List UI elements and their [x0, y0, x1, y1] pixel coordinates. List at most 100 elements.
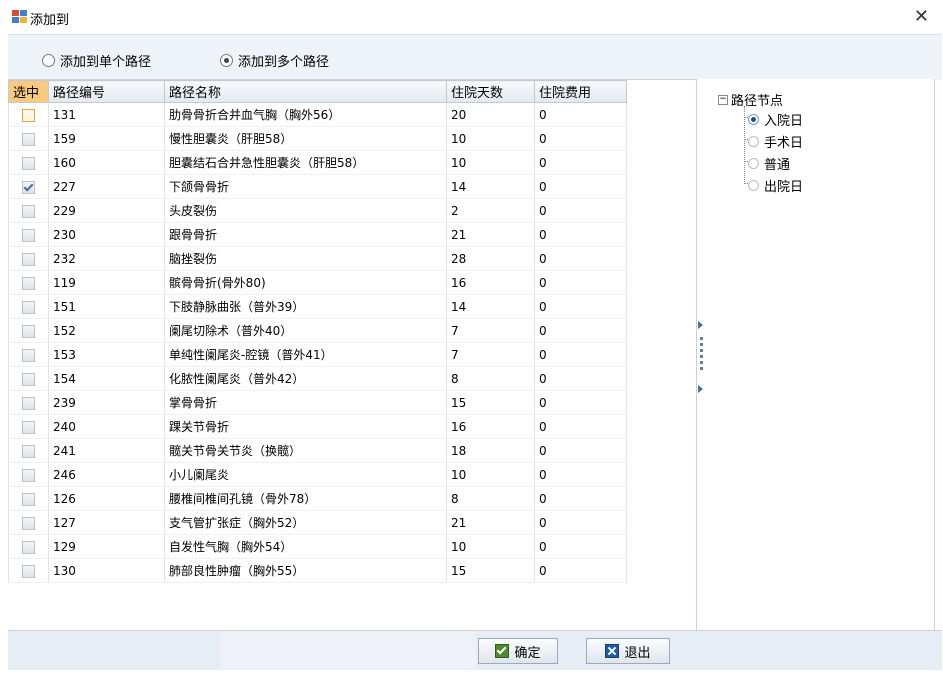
row-checkbox[interactable]: [22, 156, 35, 170]
row-fee[interactable]: 0: [534, 366, 627, 391]
row-checkbox[interactable]: [22, 564, 35, 578]
row-select-cell[interactable]: [8, 366, 49, 391]
row-checkbox[interactable]: [22, 180, 35, 194]
row-code[interactable]: 126: [48, 486, 165, 511]
row-days[interactable]: 14: [446, 174, 535, 199]
row-fee[interactable]: 0: [534, 126, 627, 151]
row-select-cell[interactable]: [8, 150, 49, 175]
row-name[interactable]: 下颌骨骨折: [164, 174, 447, 199]
row-days[interactable]: 21: [446, 222, 535, 247]
row-select-cell[interactable]: [8, 558, 49, 583]
row-code[interactable]: 227: [48, 174, 165, 199]
row-name[interactable]: 腰椎间椎间孔镜（骨外78）: [164, 486, 447, 511]
row-checkbox[interactable]: [22, 516, 35, 530]
table-row[interactable]: 152 阑尾切除术（普外40） 7 0: [8, 318, 627, 343]
row-days[interactable]: 21: [446, 510, 535, 535]
row-fee[interactable]: 0: [534, 246, 627, 271]
row-fee[interactable]: 0: [534, 294, 627, 319]
row-select-cell[interactable]: [8, 270, 49, 295]
tree-node-radio-icon[interactable]: [748, 136, 759, 147]
row-fee[interactable]: 0: [534, 102, 627, 127]
table-row[interactable]: 131 肋骨骨折合并血气胸（胸外56） 20 0: [8, 102, 627, 127]
row-name[interactable]: 慢性胆囊炎（肝胆58）: [164, 126, 447, 151]
row-name[interactable]: 掌骨骨折: [164, 390, 447, 415]
row-fee[interactable]: 0: [534, 390, 627, 415]
row-fee[interactable]: 0: [534, 174, 627, 199]
row-select-cell[interactable]: [8, 294, 49, 319]
row-days[interactable]: 20: [446, 102, 535, 127]
row-name[interactable]: 跟骨骨折: [164, 222, 447, 247]
row-code[interactable]: 154: [48, 366, 165, 391]
row-checkbox[interactable]: [22, 540, 35, 554]
row-days[interactable]: 16: [446, 414, 535, 439]
table-row[interactable]: 241 髋关节骨关节炎（换髋） 18 0: [8, 438, 627, 463]
row-checkbox[interactable]: [22, 324, 35, 338]
row-select-cell[interactable]: [8, 198, 49, 223]
row-name[interactable]: 阑尾切除术（普外40）: [164, 318, 447, 343]
row-days[interactable]: 28: [446, 246, 535, 271]
table-row[interactable]: 160 胆囊结石合并急性胆囊炎（肝胆58） 10 0: [8, 150, 627, 175]
row-code[interactable]: 160: [48, 150, 165, 175]
row-days[interactable]: 16: [446, 270, 535, 295]
row-name[interactable]: 支气管扩张症（胸外52）: [164, 510, 447, 535]
row-days[interactable]: 10: [446, 126, 535, 151]
row-fee[interactable]: 0: [534, 318, 627, 343]
row-days[interactable]: 10: [446, 150, 535, 175]
row-days[interactable]: 8: [446, 486, 535, 511]
tree-node-radio-icon[interactable]: [748, 180, 759, 191]
row-days[interactable]: 8: [446, 366, 535, 391]
row-select-cell[interactable]: [8, 534, 49, 559]
table-row[interactable]: 159 慢性胆囊炎（肝胆58） 10 0: [8, 126, 627, 151]
row-checkbox[interactable]: [22, 108, 35, 122]
row-fee[interactable]: 0: [534, 342, 627, 367]
splitter-arrow-icon[interactable]: [698, 321, 703, 329]
row-select-cell[interactable]: [8, 222, 49, 247]
table-row[interactable]: 240 踝关节骨折 16 0: [8, 414, 627, 439]
row-fee[interactable]: 0: [534, 270, 627, 295]
row-checkbox[interactable]: [22, 204, 35, 218]
row-checkbox[interactable]: [22, 348, 35, 362]
row-name[interactable]: 踝关节骨折: [164, 414, 447, 439]
row-code[interactable]: 127: [48, 510, 165, 535]
row-fee[interactable]: 0: [534, 198, 627, 223]
row-name[interactable]: 肺部良性肿瘤（胸外55）: [164, 558, 447, 583]
tree-root[interactable]: − 路径节点: [718, 90, 783, 109]
row-select-cell[interactable]: [8, 126, 49, 151]
table-row[interactable]: 129 自发性气胸（胸外54） 10 0: [8, 534, 627, 559]
tree-node-radio-icon[interactable]: [748, 114, 759, 125]
row-checkbox[interactable]: [22, 228, 35, 242]
row-name[interactable]: 脑挫裂伤: [164, 246, 447, 271]
row-days[interactable]: 7: [446, 342, 535, 367]
row-days[interactable]: 7: [446, 318, 535, 343]
row-name[interactable]: 小儿阑尾炎: [164, 462, 447, 487]
row-checkbox[interactable]: [22, 396, 35, 410]
exit-button[interactable]: 退出: [586, 638, 670, 664]
tree-node-radio-icon[interactable]: [748, 158, 759, 169]
radio-multi-path[interactable]: 添加到多个路径: [220, 51, 329, 70]
row-fee[interactable]: 0: [534, 486, 627, 511]
table-row[interactable]: 127 支气管扩张症（胸外52） 21 0: [8, 510, 627, 535]
row-checkbox[interactable]: [22, 372, 35, 386]
col-header-fee[interactable]: 住院费用: [534, 80, 627, 103]
tree-node[interactable]: 入院日: [748, 110, 803, 129]
row-checkbox[interactable]: [22, 420, 35, 434]
row-code[interactable]: 159: [48, 126, 165, 151]
row-checkbox[interactable]: [22, 132, 35, 146]
table-row[interactable]: 126 腰椎间椎间孔镜（骨外78） 8 0: [8, 486, 627, 511]
row-days[interactable]: 15: [446, 390, 535, 415]
row-code[interactable]: 131: [48, 102, 165, 127]
table-row[interactable]: 153 单纯性阑尾炎-腔镜（普外41） 7 0: [8, 342, 627, 367]
row-fee[interactable]: 0: [534, 510, 627, 535]
col-header-select[interactable]: 选中: [8, 80, 49, 103]
close-icon[interactable]: ✕: [914, 6, 929, 27]
row-select-cell[interactable]: [8, 390, 49, 415]
row-code[interactable]: 119: [48, 270, 165, 295]
row-days[interactable]: 15: [446, 558, 535, 583]
table-row[interactable]: 232 脑挫裂伤 28 0: [8, 246, 627, 271]
col-header-days[interactable]: 住院天数: [446, 80, 535, 103]
row-code[interactable]: 152: [48, 318, 165, 343]
row-code[interactable]: 229: [48, 198, 165, 223]
tree-node[interactable]: 普通: [748, 154, 790, 173]
row-code[interactable]: 230: [48, 222, 165, 247]
row-select-cell[interactable]: [8, 102, 49, 127]
